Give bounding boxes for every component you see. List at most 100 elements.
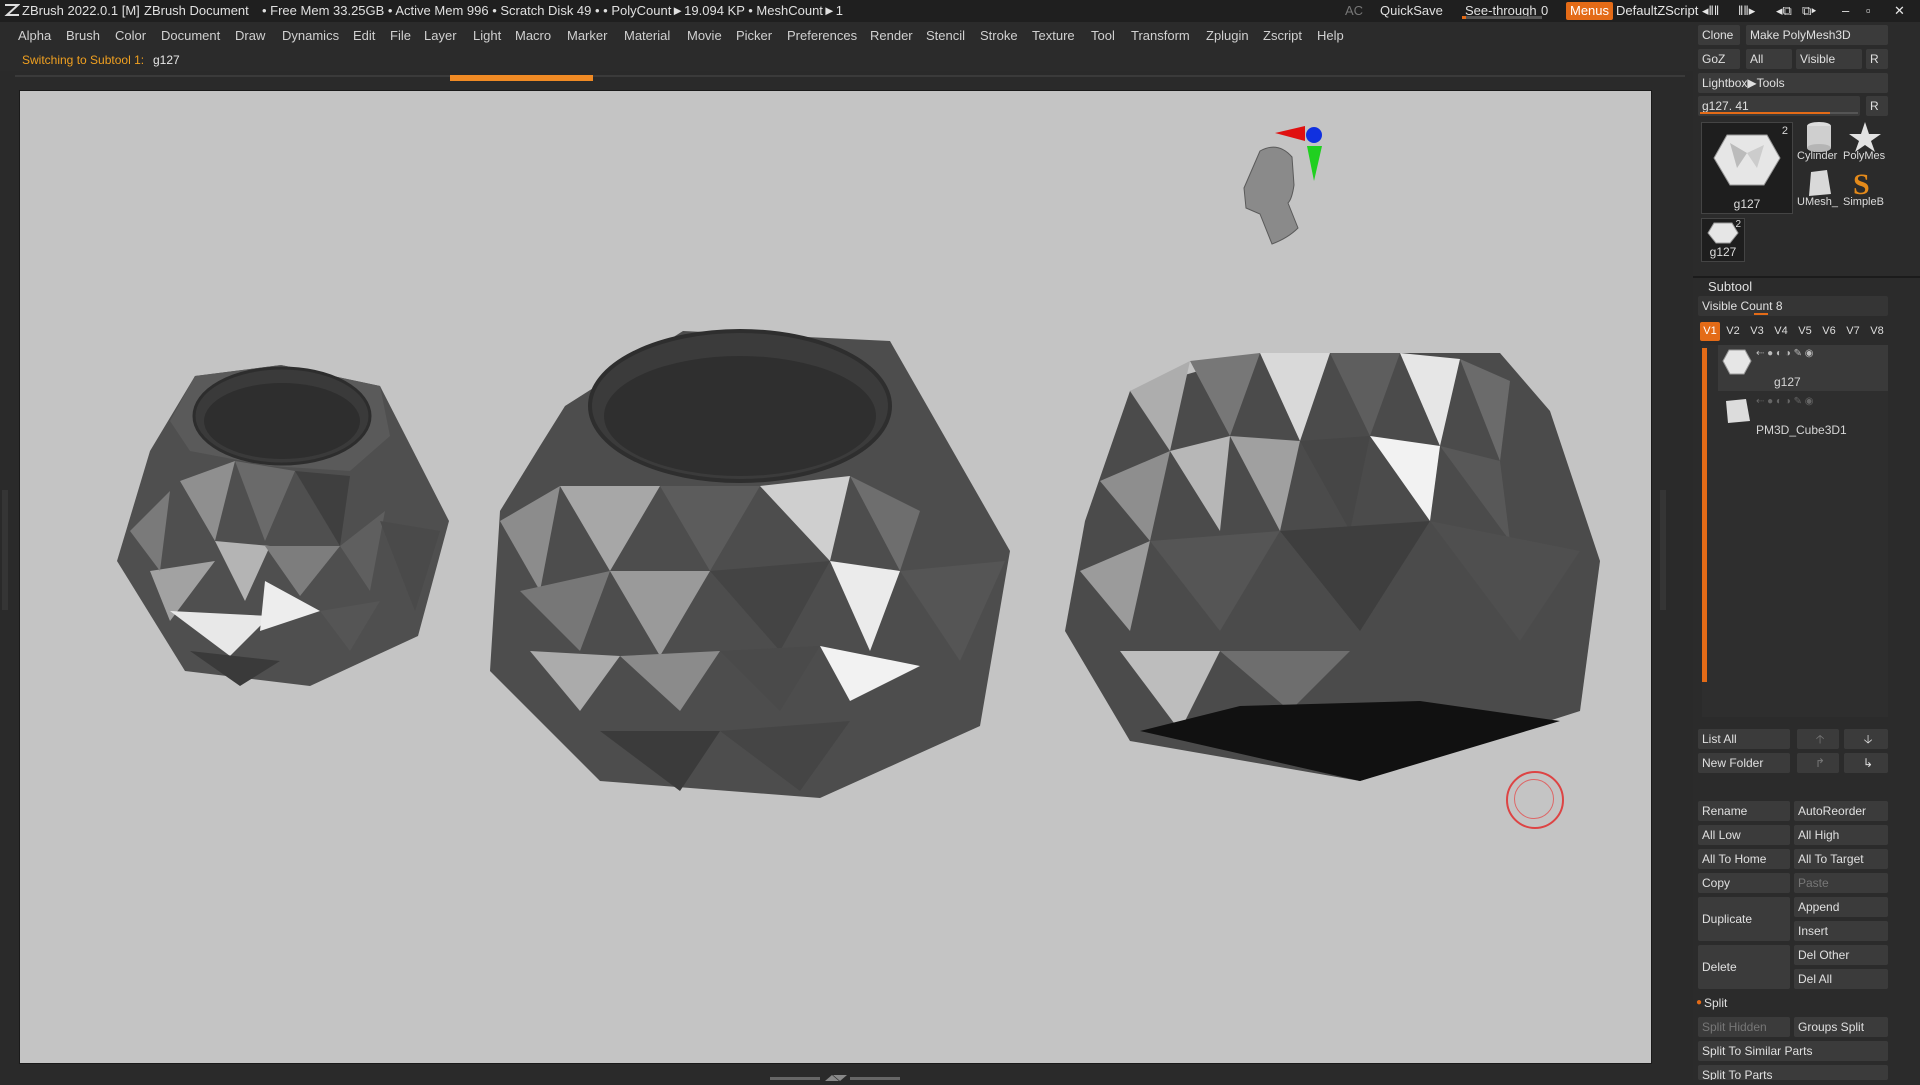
- goz-visible-button[interactable]: Visible: [1796, 49, 1862, 69]
- menu-layer[interactable]: Layer: [424, 28, 457, 43]
- menu-zscript[interactable]: Zscript: [1263, 28, 1302, 43]
- duplicate-button[interactable]: Duplicate: [1698, 897, 1790, 941]
- subtool-item-controls-icon[interactable]: ⇠ ● ◐ ◑ ✎ ◉: [1756, 348, 1814, 359]
- menu-dynamics[interactable]: Dynamics: [282, 28, 339, 43]
- close-icon[interactable]: ✕: [1894, 2, 1905, 20]
- current-tool-thumb[interactable]: g127 2: [1701, 122, 1793, 214]
- list-all-button[interactable]: List All: [1698, 729, 1790, 749]
- menu-zplugin[interactable]: Zplugin: [1206, 28, 1249, 43]
- menu-preferences[interactable]: Preferences: [787, 28, 857, 43]
- del-all-button[interactable]: Del All: [1794, 969, 1888, 989]
- default-zscript-button[interactable]: DefaultZScript: [1616, 2, 1698, 20]
- menus-button[interactable]: Menus: [1566, 2, 1614, 20]
- move-down-icon[interactable]: 🡣: [1844, 729, 1888, 749]
- split-header[interactable]: Split: [1704, 996, 1727, 1010]
- tab-v8[interactable]: V8: [1867, 322, 1887, 341]
- menu-render[interactable]: Render: [870, 28, 913, 43]
- rename-button[interactable]: Rename: [1698, 801, 1790, 821]
- goz-button[interactable]: GoZ: [1698, 49, 1740, 69]
- quicksave-button[interactable]: QuickSave: [1380, 3, 1443, 18]
- app-title: ZBrush 2022.0.1 [M]: [22, 3, 140, 18]
- subtool-item-controls-icon[interactable]: ⇠ ● ◐ ◑ ✎ ◉: [1756, 396, 1814, 407]
- recent-tool-thumb[interactable]: g127 2: [1701, 218, 1745, 262]
- clone-button[interactable]: Clone: [1698, 25, 1740, 45]
- tool-slider[interactable]: g127. 41: [1698, 96, 1860, 116]
- menu-movie[interactable]: Movie: [687, 28, 722, 43]
- seethrough-slider[interactable]: [1462, 16, 1542, 19]
- menu-alpha[interactable]: Alpha: [18, 28, 51, 43]
- tab-v5[interactable]: V5: [1795, 322, 1815, 341]
- delete-button[interactable]: Delete: [1698, 945, 1790, 989]
- window-layout-icon[interactable]: ◂⧉: [1776, 2, 1792, 20]
- menu-document[interactable]: Document: [161, 28, 220, 43]
- menu-marker[interactable]: Marker: [567, 28, 607, 43]
- ac-label[interactable]: AC: [1345, 3, 1363, 18]
- menu-color[interactable]: Color: [115, 28, 146, 43]
- split-similar-button[interactable]: Split To Similar Parts: [1698, 1041, 1888, 1061]
- subtool-item[interactable]: ⇠ ● ◐ ◑ ✎ ◉ PM3D_Cube3D1: [1718, 393, 1888, 439]
- tab-v2[interactable]: V2: [1723, 322, 1743, 341]
- minimize-icon[interactable]: –: [1842, 2, 1849, 20]
- menu-help[interactable]: Help: [1317, 28, 1344, 43]
- copy-button[interactable]: Copy: [1698, 873, 1790, 893]
- goz-all-button[interactable]: All: [1746, 49, 1792, 69]
- tab-v4[interactable]: V4: [1771, 322, 1791, 341]
- all-low-button[interactable]: All Low: [1698, 825, 1790, 845]
- insert-button[interactable]: Insert: [1794, 921, 1888, 941]
- tab-v3[interactable]: V3: [1747, 322, 1767, 341]
- all-to-home-button[interactable]: All To Home: [1698, 849, 1790, 869]
- menu-picker[interactable]: Picker: [736, 28, 772, 43]
- layout-left-icon[interactable]: ◂‖‖: [1702, 2, 1719, 20]
- orientation-gizmo[interactable]: [1243, 126, 1322, 245]
- split-hidden-button[interactable]: Split Hidden: [1698, 1017, 1790, 1037]
- layout-right-icon[interactable]: ‖‖▸: [1738, 2, 1755, 20]
- lightbox-tools-button[interactable]: Lightbox▶Tools: [1698, 73, 1888, 93]
- goz-r-button[interactable]: R: [1866, 49, 1888, 69]
- progress-bar: [450, 75, 593, 81]
- folder-down-icon[interactable]: ↳: [1844, 753, 1888, 773]
- menu-edit[interactable]: Edit: [353, 28, 375, 43]
- tool-slider-r-button[interactable]: R: [1866, 96, 1888, 116]
- window-swap-icon[interactable]: ⧉▸: [1802, 2, 1816, 20]
- subtool-item[interactable]: ⇠ ● ◐ ◑ ✎ ◉ g127: [1718, 345, 1888, 391]
- all-high-button[interactable]: All High: [1794, 825, 1888, 845]
- del-other-button[interactable]: Del Other: [1794, 945, 1888, 965]
- visible-count-slider[interactable]: Visible Count 8: [1698, 296, 1888, 316]
- umesh-thumb-label: UMesh_: [1797, 196, 1838, 208]
- move-up-icon[interactable]: 🡡: [1797, 729, 1839, 749]
- tab-v6[interactable]: V6: [1819, 322, 1839, 341]
- menu-light[interactable]: Light: [473, 28, 501, 43]
- simplebrush-thumb[interactable]: S SimpleB: [1843, 166, 1887, 210]
- umesh-thumb[interactable]: UMesh_: [1797, 166, 1841, 210]
- menu-texture[interactable]: Texture: [1032, 28, 1075, 43]
- restore-icon[interactable]: ▫: [1866, 2, 1871, 20]
- menu-tool[interactable]: Tool: [1091, 28, 1115, 43]
- cylinder-thumb[interactable]: Cylinder: [1797, 120, 1841, 164]
- folder-up-icon[interactable]: ↱: [1797, 753, 1839, 773]
- menu-brush[interactable]: Brush: [66, 28, 100, 43]
- menu-macro[interactable]: Macro: [515, 28, 551, 43]
- new-folder-button[interactable]: New Folder: [1698, 753, 1790, 773]
- menu-material[interactable]: Material: [624, 28, 670, 43]
- autoreorder-button[interactable]: AutoReorder: [1794, 801, 1888, 821]
- menu-draw[interactable]: Draw: [235, 28, 265, 43]
- tab-v7[interactable]: V7: [1843, 322, 1863, 341]
- menu-stroke[interactable]: Stroke: [980, 28, 1018, 43]
- menu-stencil[interactable]: Stencil: [926, 28, 965, 43]
- groups-split-button[interactable]: Groups Split: [1794, 1017, 1888, 1037]
- polymesh-thumb[interactable]: PolyMes: [1843, 120, 1887, 164]
- subtool-list-scrollbar[interactable]: [1702, 348, 1707, 682]
- bottom-shelf-handle[interactable]: [770, 1070, 900, 1081]
- append-button[interactable]: Append: [1794, 897, 1888, 917]
- menu-file[interactable]: File: [390, 28, 411, 43]
- document-canvas[interactable]: [19, 90, 1652, 1064]
- split-parts-button[interactable]: Split To Parts: [1698, 1065, 1888, 1080]
- menu-transform[interactable]: Transform: [1131, 28, 1190, 43]
- right-shelf-handle[interactable]: [1660, 490, 1666, 610]
- make-polymesh-button[interactable]: Make PolyMesh3D: [1746, 25, 1888, 45]
- left-shelf-handle[interactable]: [2, 490, 8, 610]
- tab-v1[interactable]: V1: [1700, 322, 1720, 341]
- subtool-header[interactable]: Subtool: [1708, 279, 1752, 294]
- all-to-target-button[interactable]: All To Target: [1794, 849, 1888, 869]
- paste-button[interactable]: Paste: [1794, 873, 1888, 893]
